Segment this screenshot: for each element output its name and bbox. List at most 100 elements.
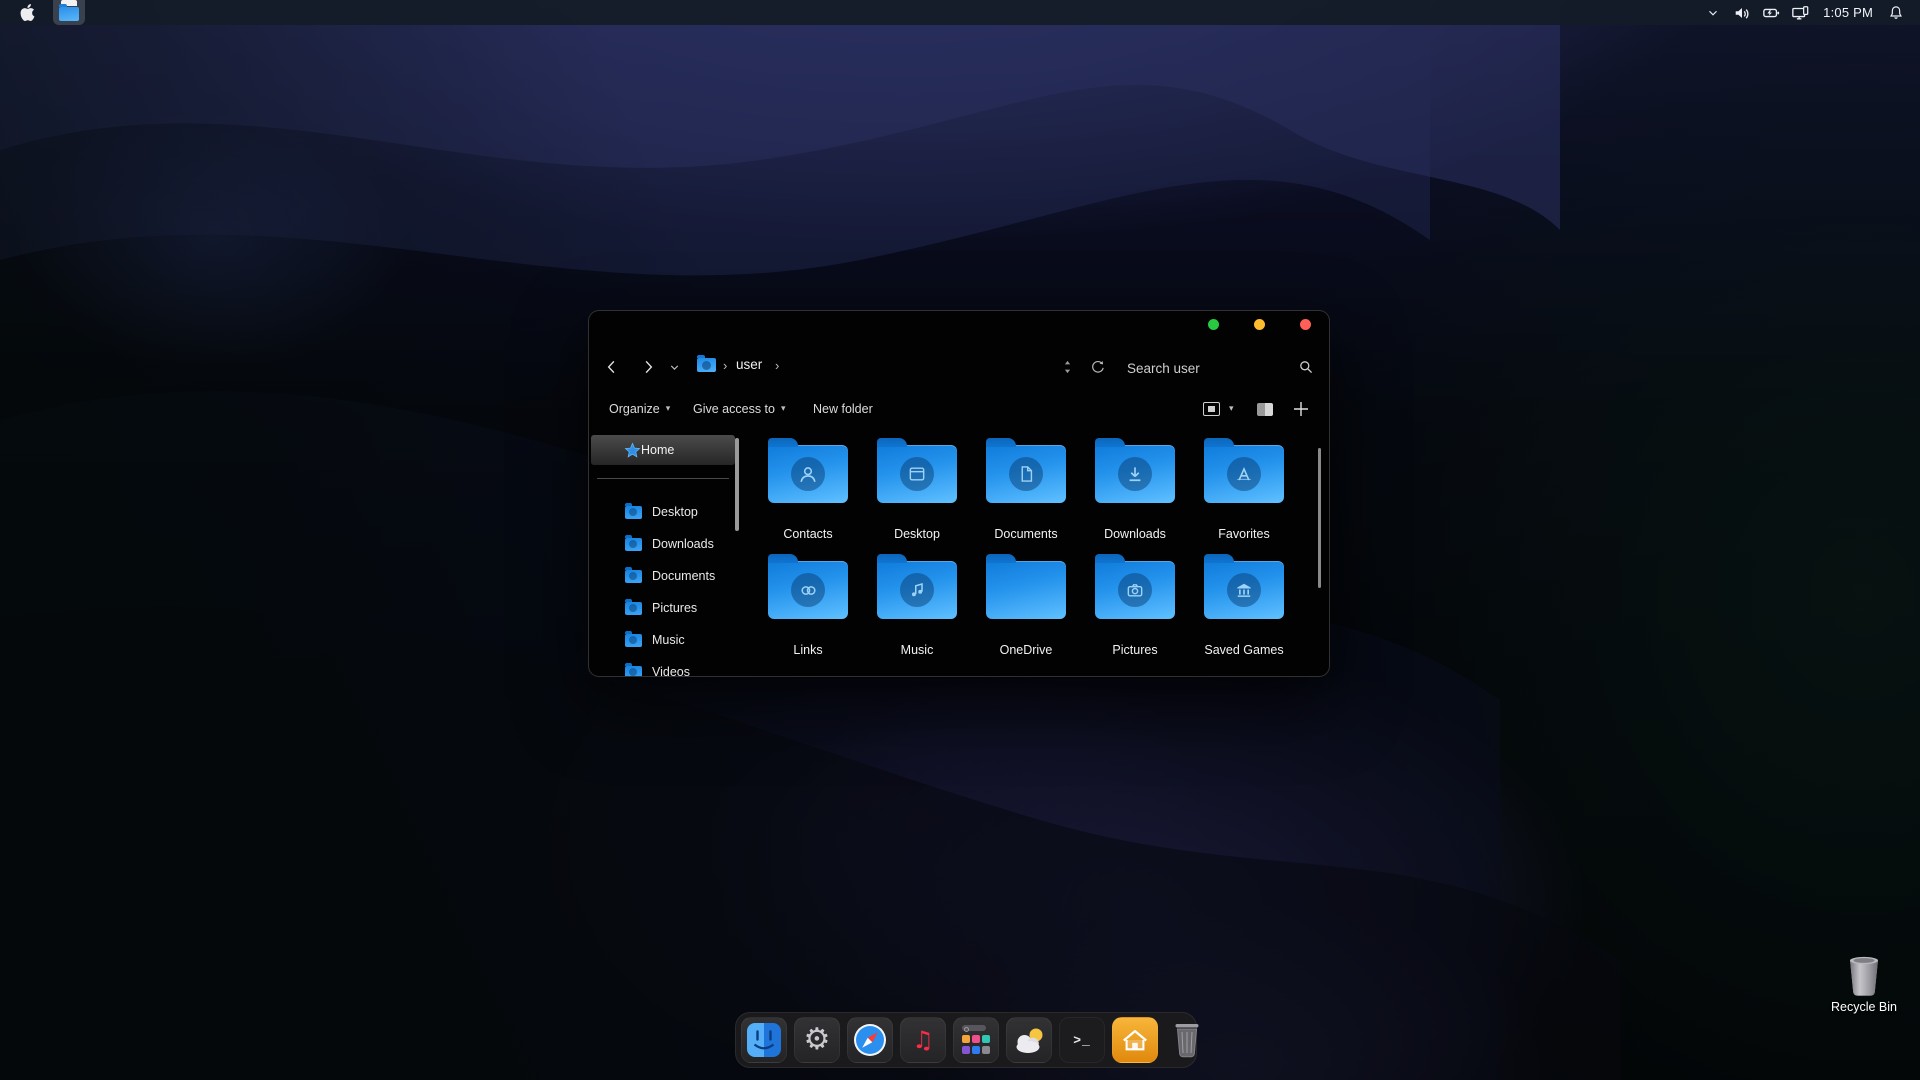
new-folder-button[interactable]: New folder [813,395,873,423]
dock-terminal-icon[interactable]: >_ [1059,1017,1105,1063]
dock-weather-icon[interactable] [1006,1017,1052,1063]
folder-tile-pictures[interactable]: Pictures [1085,551,1185,661]
sidebar-item-documents[interactable]: Documents [589,560,739,592]
sidebar-scrollbar-thumb[interactable] [735,438,739,531]
sidebar-item-label: Videos [652,665,690,677]
folder-label: Desktop [867,527,967,541]
forward-button[interactable] [635,354,661,380]
folder-label: OneDrive [976,643,1076,657]
folder-icon [1095,561,1175,619]
sidebar-item-desktop[interactable]: Desktop [589,496,739,528]
search-magnifier-icon[interactable] [1295,356,1317,378]
folder-tile-documents[interactable]: Documents [976,435,1076,545]
dock-home-icon[interactable] [1112,1017,1158,1063]
links-rings-icon [791,573,825,607]
folder-icon [768,445,848,503]
safari-compass [852,1022,888,1058]
folder-tile-saved-games[interactable]: Saved Games [1194,551,1294,661]
breadcrumb-separator: › [723,358,727,373]
content-scrollbar-thumb[interactable] [1318,448,1321,588]
tray-chevron-down-icon[interactable] [1703,3,1723,23]
folder-icon [986,445,1066,503]
sidebar-item-home[interactable]: Home [591,435,735,465]
window-zoom-button[interactable] [1208,319,1219,330]
file-explorer-window: › user › Organize ▾ Give access to ▾ New… [588,310,1330,677]
apple-logo-icon [20,4,35,21]
window-minimize-button[interactable] [1254,319,1265,330]
document-page-icon [1009,457,1043,491]
folder-icon [625,666,642,678]
new-folder-label: New folder [813,402,873,416]
dropdown-caret-icon: ▾ [781,404,786,414]
dropdown-caret-icon: ▾ [1229,404,1234,414]
organize-button[interactable]: Organize ▾ [609,395,670,423]
display-connect-icon[interactable] [1790,3,1810,23]
camera-icon [1118,573,1152,607]
preview-pane-icon [1257,403,1273,416]
dock-settings-icon[interactable]: ⚙ [794,1017,840,1063]
view-options-caret[interactable]: ▾ [1229,395,1234,423]
notification-bell-icon[interactable] [1886,3,1906,23]
back-button[interactable] [599,354,625,380]
folder-tile-favorites[interactable]: Favorites [1194,435,1294,545]
recycle-bin-desktop-icon[interactable]: Recycle Bin [1818,952,1910,1014]
recycle-bin-icon [1842,952,1886,998]
folder-icon [625,602,642,615]
explorer-folder-icon [59,7,79,21]
sidebar-item-label: Downloads [652,537,714,551]
tray-clock[interactable]: 1:05 PM [1819,5,1877,20]
folder-label: Documents [976,527,1076,541]
folder-label: Favorites [1194,527,1294,541]
sidebar-item-videos[interactable]: Videos [589,656,739,677]
folder-tile-downloads[interactable]: Downloads [1085,435,1185,545]
bank-building-icon [1227,573,1261,607]
recent-locations-chevron-icon[interactable] [665,358,683,376]
terminal-prompt-glyph: >_ [1073,1033,1091,1048]
dock-trash-icon[interactable] [1165,1018,1209,1062]
volume-icon[interactable] [1732,3,1752,23]
window-close-button[interactable] [1300,319,1311,330]
desktop-window-icon [900,457,934,491]
breadcrumb-location[interactable]: user [736,357,762,372]
sidebar-item-downloads[interactable]: Downloads [589,528,739,560]
folder-icon [625,634,642,647]
navigation-bar: › user › [589,349,1329,385]
view-square-icon [1203,402,1220,416]
sidebar-item-pictures[interactable]: Pictures [589,592,739,624]
recycle-bin-label: Recycle Bin [1818,1000,1910,1014]
folder-tile-contacts[interactable]: Contacts [758,435,858,545]
command-toolbar: Organize ▾ Give access to ▾ New folder ▾ [589,395,1329,425]
contacts-person-icon [791,457,825,491]
view-options-button[interactable] [1203,395,1220,423]
dock-safari-icon[interactable] [847,1017,893,1063]
battery-charging-icon[interactable] [1761,3,1781,23]
folder-tile-links[interactable]: Links [758,551,858,661]
finder-face [747,1023,781,1057]
dropdown-caret-icon: ▾ [666,404,671,414]
gear-glyph: ⚙ [804,1025,831,1055]
folder-tile-desktop[interactable]: Desktop [867,435,967,545]
dock-launchpad-icon[interactable] [953,1017,999,1063]
sidebar-item-music[interactable]: Music [589,624,739,656]
folder-label: Links [758,643,858,657]
refresh-icon[interactable] [1087,356,1107,376]
file-explorer-taskbar-icon[interactable] [53,0,85,25]
folder-label: Downloads [1085,527,1185,541]
folder-tile-onedrive[interactable]: OneDrive [976,551,1076,661]
give-access-button[interactable]: Give access to ▾ [693,395,786,423]
menubar: 1:05 PM [0,0,1920,25]
organize-label: Organize [609,402,660,416]
dock-music-icon[interactable]: ♫ [900,1017,946,1063]
plus-icon [1293,401,1309,417]
dock-finder-icon[interactable] [741,1017,787,1063]
new-item-button[interactable] [1293,395,1309,423]
dock: ⚙ ♫ >_ [735,1012,1197,1068]
address-updown-icon[interactable] [1060,358,1074,376]
download-arrow-icon [1118,457,1152,491]
breadcrumb-folder-icon[interactable] [697,358,716,372]
preview-pane-button[interactable] [1257,395,1273,423]
folder-icon [625,506,642,519]
search-input[interactable] [1125,354,1294,382]
apple-menu-icon[interactable] [20,4,35,21]
folder-tile-music[interactable]: Music [867,551,967,661]
